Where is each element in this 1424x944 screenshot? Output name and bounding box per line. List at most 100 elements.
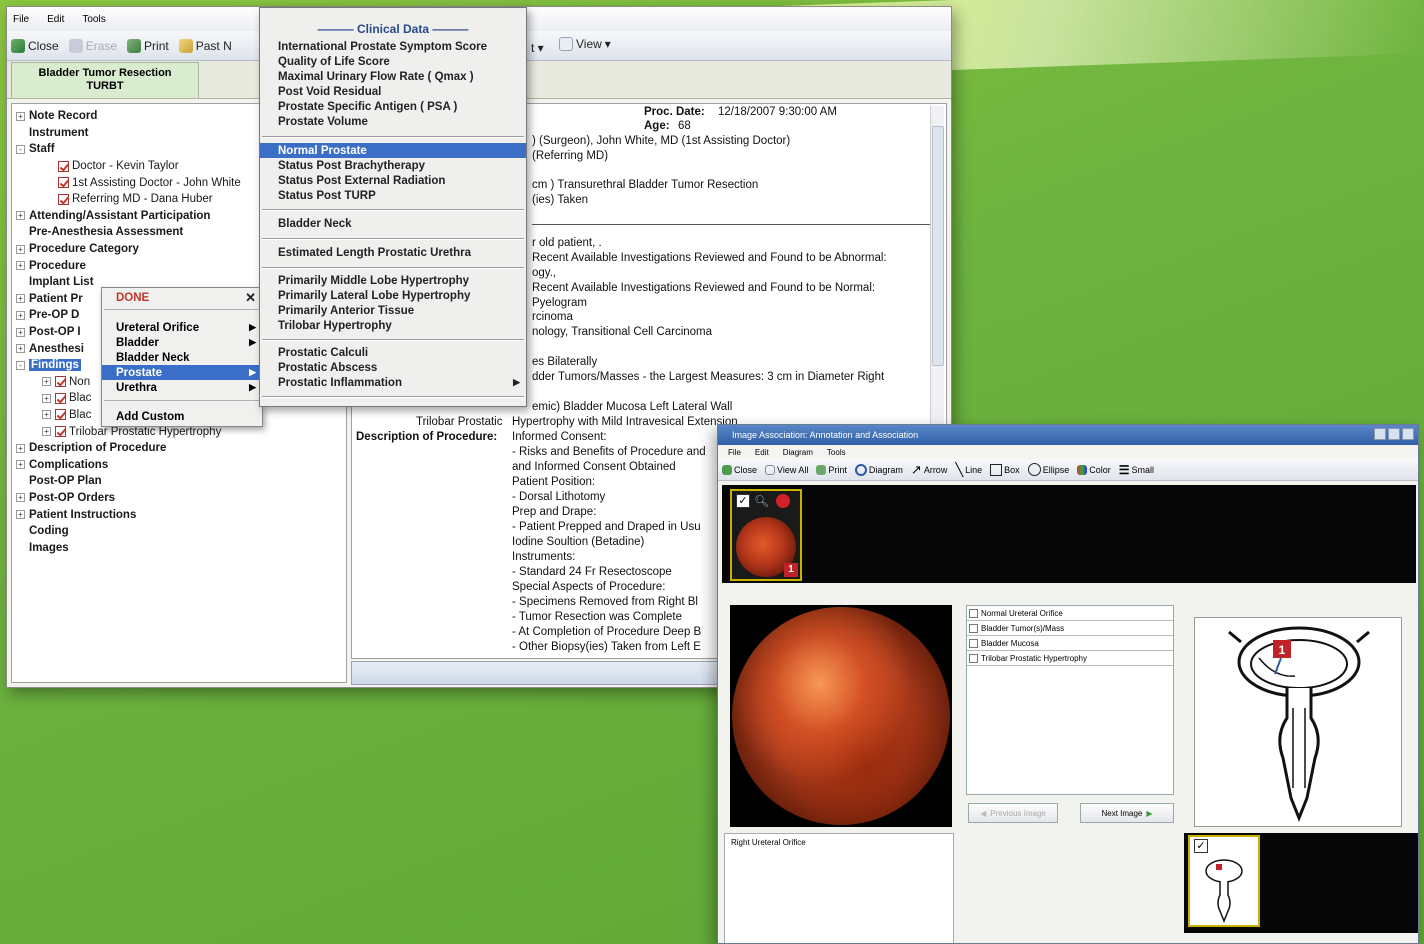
diagram-thumbnail[interactable]: ✓ xyxy=(1188,835,1260,927)
menu-file[interactable]: File xyxy=(728,448,741,457)
expand-icon[interactable]: + xyxy=(42,393,51,403)
dropdown-toggle[interactable]: t ▾ xyxy=(531,41,544,55)
tree-item[interactable]: + Complications xyxy=(16,456,346,473)
checked-checkbox-icon[interactable] xyxy=(55,392,66,404)
checkbox-icon[interactable]: ✓ xyxy=(1194,839,1208,853)
submenu-item[interactable]: Quality of Life Score xyxy=(260,54,526,69)
tree-item[interactable]: Post-OP Plan xyxy=(16,473,346,490)
close-icon[interactable]: ✕ xyxy=(245,290,256,306)
zoom-icon[interactable]: 🔍︎ xyxy=(754,494,769,508)
color-button[interactable]: Color xyxy=(1077,464,1111,475)
finding-item[interactable]: Bladder Mucosa xyxy=(967,636,1173,651)
expand-icon[interactable]: + xyxy=(42,410,51,420)
tree-item[interactable]: + Patient Instructions xyxy=(16,506,346,523)
line-tool-button[interactable]: ╲ Line xyxy=(955,462,982,478)
next-image-button[interactable]: Next Image ▶ xyxy=(1080,803,1174,823)
expand-icon[interactable]: + xyxy=(16,111,25,121)
menu-tools[interactable]: Tools xyxy=(827,448,846,457)
submenu-item[interactable]: Trilobar Hypertrophy xyxy=(260,318,526,333)
checkbox-icon[interactable]: ✓ xyxy=(736,494,750,508)
done-menu-item[interactable]: DONE ✕ xyxy=(102,290,262,305)
checked-checkbox-icon[interactable] xyxy=(55,409,66,421)
tree-item[interactable]: Images xyxy=(16,539,346,556)
finding-item[interactable]: Bladder Tumor(s)/Mass xyxy=(967,621,1173,636)
endoscopy-image-viewer[interactable] xyxy=(730,605,952,827)
anatomy-diagram[interactable]: 1 xyxy=(1194,617,1402,827)
tree-item[interactable]: + Post-OP Orders xyxy=(16,490,346,507)
menu-item-prostate[interactable]: Prostate ▶ xyxy=(102,365,262,380)
expand-icon[interactable]: + xyxy=(16,344,25,354)
submenu-item[interactable]: Prostatic Abscess xyxy=(260,360,526,375)
notes-textarea[interactable]: Right Ureteral Orifice xyxy=(724,833,954,943)
submenu-item[interactable]: International Prostate Symptom Score xyxy=(260,39,526,54)
collapse-icon[interactable]: - xyxy=(16,144,25,154)
print-button[interactable]: Print xyxy=(127,38,169,53)
submenu-item[interactable]: Estimated Length Prostatic Urethra xyxy=(260,245,526,260)
menu-tools[interactable]: Tools xyxy=(82,14,105,25)
view-all-button[interactable]: View All xyxy=(765,464,808,475)
box-tool-button[interactable]: Box xyxy=(990,463,1020,476)
close-button[interactable]: Close xyxy=(11,38,59,53)
menu-edit[interactable]: Edit xyxy=(47,14,64,25)
ellipse-tool-button[interactable]: Ellipse xyxy=(1027,463,1069,476)
submenu-item[interactable]: Primarily Middle Lobe Hypertrophy xyxy=(260,273,526,288)
submenu-item[interactable]: Primarily Lateral Lobe Hypertrophy xyxy=(260,288,526,303)
checked-checkbox-icon[interactable] xyxy=(55,376,66,388)
close-icon[interactable] xyxy=(1402,428,1414,440)
submenu-item[interactable]: Prostatic Inflammation ▶ xyxy=(260,375,526,390)
line-size-button[interactable]: ☰ Small xyxy=(1119,463,1154,477)
print-button[interactable]: Print xyxy=(816,464,847,475)
maximize-icon[interactable] xyxy=(1388,428,1400,440)
checked-checkbox-icon[interactable] xyxy=(55,426,66,438)
checkbox[interactable] xyxy=(969,623,978,633)
submenu-item[interactable]: Status Post TURP xyxy=(260,188,526,203)
collapse-icon[interactable]: - xyxy=(16,360,25,370)
expand-icon[interactable]: + xyxy=(16,510,25,520)
tree-item[interactable]: Coding xyxy=(16,523,346,540)
expand-icon[interactable]: + xyxy=(42,427,51,437)
checked-checkbox-icon[interactable] xyxy=(58,177,69,189)
menu-diagram[interactable]: Diagram xyxy=(783,448,813,457)
submenu-item[interactable]: Status Post Brachytherapy xyxy=(260,158,526,173)
close-button[interactable]: Close xyxy=(722,464,757,475)
tree-item[interactable]: + Description of Procedure xyxy=(16,440,346,457)
submenu-item[interactable]: Maximal Urinary Flow Rate ( Qmax ) xyxy=(260,69,526,84)
view-button[interactable]: View ▾ xyxy=(559,37,611,51)
submenu-item[interactable]: Primarily Anterior Tissue xyxy=(260,303,526,318)
diagram-button[interactable]: Diagram xyxy=(854,463,903,476)
menu-item-add-custom[interactable]: Add Custom xyxy=(102,409,262,424)
expand-icon[interactable]: + xyxy=(16,443,25,453)
submenu-item[interactable]: Prostate Specific Antigen ( PSA ) xyxy=(260,99,526,114)
erase-button[interactable]: Erase xyxy=(68,38,117,53)
submenu-item[interactable]: Prostate Volume xyxy=(260,114,526,129)
image-thumbnail[interactable]: ✓ 🔍︎ 1 xyxy=(730,489,802,581)
scroll-thumb[interactable] xyxy=(932,126,944,366)
menu-item-ureteral-orifice[interactable]: Ureteral Orifice ▶ xyxy=(102,320,262,335)
checkbox[interactable] xyxy=(969,638,978,648)
normal-prostate-item[interactable]: Normal Prostate xyxy=(260,143,526,158)
delete-icon[interactable] xyxy=(776,494,790,508)
submenu-item[interactable]: Prostatic Calculi xyxy=(260,345,526,360)
menu-item-urethra[interactable]: Urethra ▶ xyxy=(102,380,262,395)
expand-icon[interactable]: + xyxy=(16,261,25,271)
menu-item-bladder[interactable]: Bladder ▶ xyxy=(102,335,262,350)
submenu-item[interactable]: Post Void Residual xyxy=(260,84,526,99)
menu-file[interactable]: File xyxy=(13,14,29,25)
tab-bladder-tumor-resection[interactable]: Bladder Tumor Resection TURBT xyxy=(11,62,199,98)
expand-icon[interactable]: + xyxy=(16,460,25,470)
submenu-item[interactable]: Status Post External Radiation xyxy=(260,173,526,188)
expand-icon[interactable]: + xyxy=(16,294,25,304)
submenu-item[interactable]: Bladder Neck xyxy=(260,216,526,231)
expand-icon[interactable]: + xyxy=(16,310,25,320)
checkbox[interactable] xyxy=(969,608,978,618)
checkbox[interactable] xyxy=(969,653,978,663)
expand-icon[interactable]: + xyxy=(16,493,25,503)
expand-icon[interactable]: + xyxy=(16,244,25,254)
checked-checkbox-icon[interactable] xyxy=(58,193,69,205)
menu-item-bladder-neck[interactable]: Bladder Neck xyxy=(102,350,262,365)
checked-checkbox-icon[interactable] xyxy=(58,160,69,172)
arrow-tool-button[interactable]: ↗ Arrow xyxy=(911,462,947,478)
expand-icon[interactable]: + xyxy=(42,377,51,387)
expand-icon[interactable]: + xyxy=(16,211,25,221)
finding-item[interactable]: Normal Ureteral Orifice xyxy=(967,606,1173,621)
